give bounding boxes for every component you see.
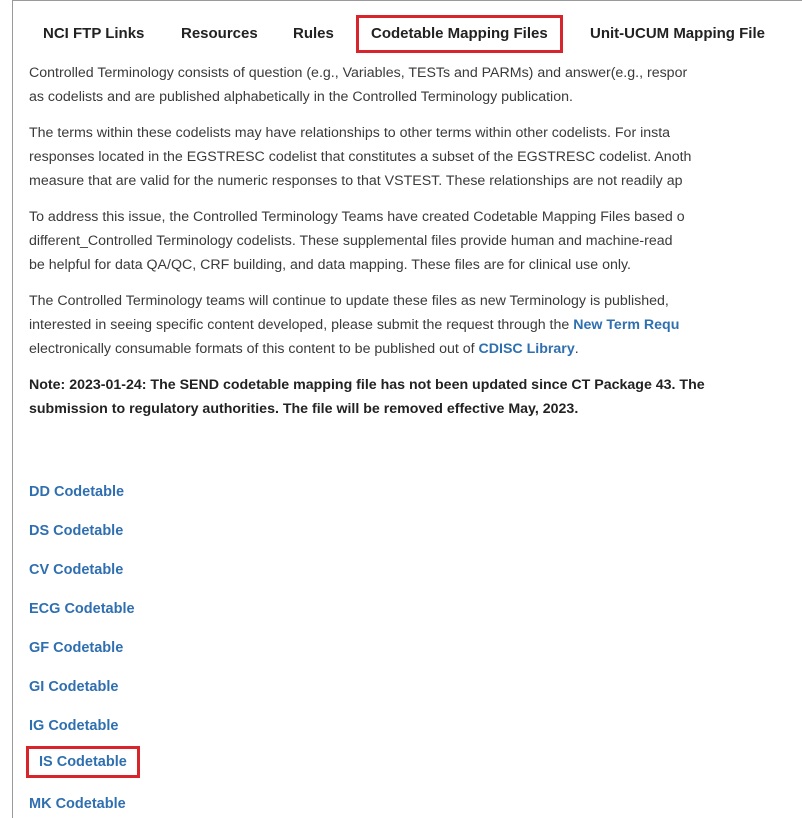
- send-deprecation-note: Note: 2023-01-24: The SEND codetable map…: [29, 377, 705, 417]
- mk-codetable-link[interactable]: MK Codetable: [29, 791, 126, 817]
- tab-unit-ucum-mapping-file[interactable]: Unit-UCUM Mapping File: [590, 15, 765, 53]
- tab-codetable-mapping-files[interactable]: Codetable Mapping Files: [356, 15, 563, 53]
- is-codetable-link[interactable]: IS Codetable: [26, 746, 140, 778]
- intro-text: Controlled Terminology consists of quest…: [29, 61, 802, 433]
- paragraph-relationships: The terms within these codelists may hav…: [29, 125, 692, 189]
- cv-codetable-link[interactable]: CV Codetable: [29, 557, 123, 583]
- dd-codetable-link[interactable]: DD Codetable: [29, 479, 124, 505]
- paragraph-updates: The Controlled Terminology teams will co…: [29, 293, 680, 357]
- tab-resources[interactable]: Resources: [181, 15, 258, 53]
- new-term-request-link[interactable]: New Term Requ: [573, 317, 679, 333]
- cdisc-library-link[interactable]: CDISC Library: [479, 341, 575, 357]
- tab-rules[interactable]: Rules: [293, 15, 334, 53]
- ecg-codetable-link[interactable]: ECG Codetable: [29, 596, 135, 622]
- ig-codetable-link[interactable]: IG Codetable: [29, 713, 118, 739]
- gf-codetable-link[interactable]: GF Codetable: [29, 635, 123, 661]
- ds-codetable-link[interactable]: DS Codetable: [29, 518, 123, 544]
- paragraph-overview: Controlled Terminology consists of quest…: [29, 65, 688, 105]
- paragraph-mapping-files: To address this issue, the Controlled Te…: [29, 209, 685, 273]
- tab-bar: NCI FTP Links Resources Rules Codetable …: [13, 15, 802, 53]
- tab-nci-ftp-links[interactable]: NCI FTP Links: [43, 15, 144, 53]
- gi-codetable-link[interactable]: GI Codetable: [29, 674, 118, 700]
- content-panel: NCI FTP Links Resources Rules Codetable …: [12, 0, 802, 818]
